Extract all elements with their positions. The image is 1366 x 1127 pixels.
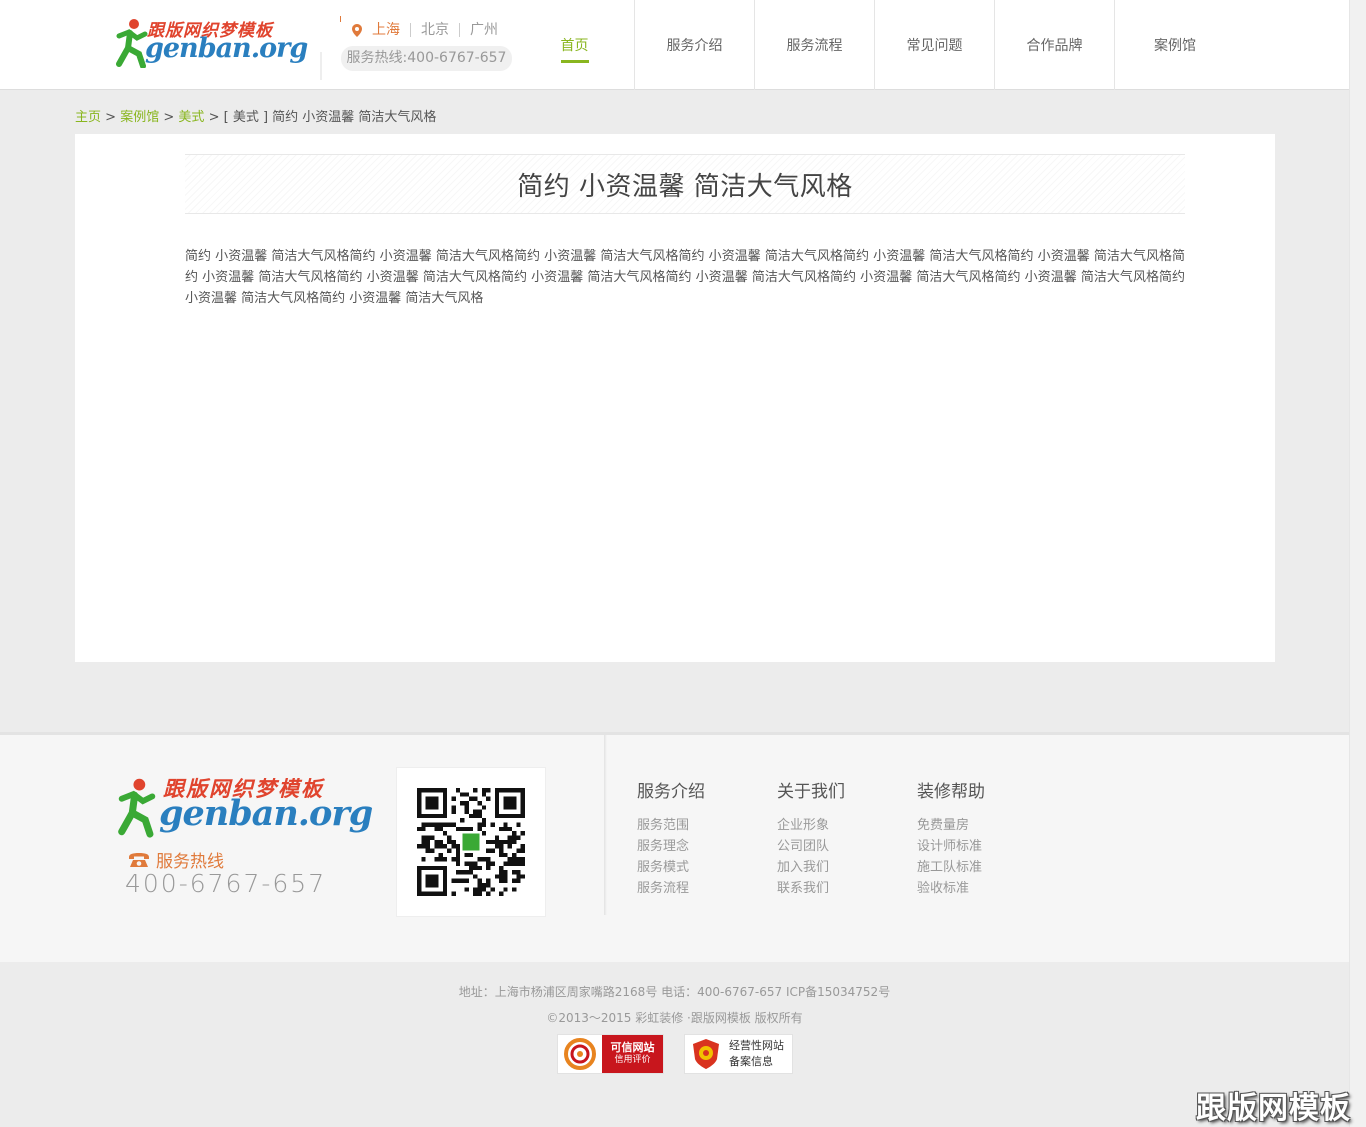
site-footer: 跟版网织梦模板 genban.org 服务热线 400-6767-657 服务介… (0, 732, 1349, 962)
title-band: 简约 小资温馨 简洁大气风格 (185, 154, 1185, 214)
city-guangzhou[interactable]: 广州 (459, 23, 508, 37)
watermark: 跟版网模板 (1196, 1091, 1351, 1126)
bottom-bar: 地址：上海市杨浦区周家嘴路2168号 电话：400-6767-657 ICP备1… (0, 962, 1349, 1127)
footer-col-title: 装修帮助 (917, 782, 985, 802)
footer-link[interactable]: 公司团队 (777, 836, 887, 857)
nav-brands[interactable]: 合作品牌 (995, 0, 1115, 90)
location-pin-icon (352, 23, 362, 37)
article-body: 简约 小资温馨 简洁大气风格简约 小资温馨 简洁大气风格简约 小资温馨 简洁大气… (185, 249, 1185, 306)
credit-badge-line1: 可信网站 (610, 1041, 655, 1054)
footer-link[interactable]: 免费量房 (917, 815, 1027, 836)
breadcrumb: 主页 > 案例馆 > 美式 > [ 美式 ] 简约 小资温馨 简洁大气风格 (75, 106, 436, 125)
header-divider (320, 52, 322, 80)
footer-logo[interactable]: 跟版网织梦模板 genban.org (117, 773, 373, 839)
footer-col-services: 服务介绍 服务范围 服务理念 服务模式 服务流程 (637, 777, 747, 899)
footer-link[interactable]: 服务范围 (637, 815, 747, 836)
credit-seal-icon (558, 1035, 602, 1073)
icp-badge-line2: 备案信息 (729, 1055, 773, 1068)
icp-badge-text: 经营性网站 备案信息 (729, 1038, 784, 1070)
footer-link[interactable]: 验收标准 (917, 878, 1027, 899)
nav-cases[interactable]: 案例馆 (1115, 0, 1235, 90)
footer-copyright: ©2013～2015 彩虹装修 ·跟版网模板 版权所有 (546, 1011, 803, 1025)
footer-col-title: 关于我们 (777, 782, 845, 802)
footer-hotline-number: 400-6767-657 (125, 869, 327, 898)
footer-col-about: 关于我们 企业形象 公司团队 加入我们 联系我们 (777, 777, 887, 899)
footer-address: 地址：上海市杨浦区周家嘴路2168号 电话：400-6767-657 ICP备1… (458, 985, 891, 999)
breadcrumb-cases[interactable]: 案例馆 (120, 110, 159, 125)
nav-faq[interactable]: 常见问题 (875, 0, 995, 90)
city-shanghai[interactable]: 上海 (372, 23, 410, 37)
nav-home[interactable]: 首页 (515, 0, 635, 90)
breadcrumb-separator: > (208, 110, 220, 125)
footer-link[interactable]: 联系我们 (777, 878, 887, 899)
logo-en-text: genban.org (145, 33, 308, 64)
breadcrumb-current: [ 美式 ] 简约 小资温馨 简洁大气风格 (223, 110, 437, 125)
article-title: 简约 小资温馨 简洁大气风格 (517, 171, 853, 202)
nav-process[interactable]: 服务流程 (755, 0, 875, 90)
runner-logo-icon (118, 778, 156, 838)
main-nav: 首页 服务介绍 服务流程 常见问题 合作品牌 案例馆 (515, 0, 1235, 90)
qr-code-icon (417, 788, 525, 896)
city-beijing[interactable]: 北京 (410, 23, 459, 37)
breadcrumb-home[interactable]: 主页 (75, 110, 101, 125)
footer-link[interactable]: 企业形象 (777, 815, 887, 836)
footer-link[interactable]: 服务流程 (637, 878, 747, 899)
site-logo[interactable]: 跟版网织梦模板 genban.org (115, 16, 308, 68)
footer-link[interactable]: 施工队标准 (917, 857, 1027, 878)
runner-logo-icon (116, 19, 148, 68)
icp-badge[interactable]: 经营性网站 备案信息 (684, 1034, 793, 1074)
footer-link[interactable]: 加入我们 (777, 857, 887, 878)
credit-badge[interactable]: 可信网站 信用评价 (557, 1034, 664, 1074)
credit-badge-line2: 信用评价 (614, 1055, 651, 1065)
phone-icon (129, 852, 149, 867)
site-header: 跟版网织梦模板 genban.org 上海 北京 广州 服务热线:400-676… (0, 0, 1349, 90)
header-hotline: 服务热线:400-6767-657 (341, 46, 512, 71)
qr-code (396, 767, 546, 917)
credit-badge-text: 可信网站 信用评价 (602, 1035, 663, 1073)
breadcrumb-separator: > (105, 110, 117, 125)
breadcrumb-category[interactable]: 美式 (178, 110, 204, 125)
footer-col-help: 装修帮助 免费量房 设计师标准 施工队标准 验收标准 (917, 777, 1027, 899)
header-tick (340, 16, 341, 22)
article-panel: 简约 小资温馨 简洁大气风格 简约 小资温馨 简洁大气风格简约 小资温馨 简洁大… (75, 134, 1275, 662)
footer-link[interactable]: 设计师标准 (917, 836, 1027, 857)
city-switcher: 上海 北京 广州 (352, 21, 508, 39)
scrollbar[interactable] (1349, 0, 1366, 1127)
footer-divider (604, 735, 607, 915)
footer-link[interactable]: 服务理念 (637, 836, 747, 857)
footer-col-title: 服务介绍 (637, 782, 705, 802)
logo-en-text: genban.org (159, 793, 373, 834)
police-shield-icon (693, 1039, 719, 1069)
nav-services[interactable]: 服务介绍 (635, 0, 755, 90)
footer-link[interactable]: 服务模式 (637, 857, 747, 878)
breadcrumb-separator: > (163, 110, 175, 125)
icp-badge-line1: 经营性网站 (729, 1039, 784, 1052)
